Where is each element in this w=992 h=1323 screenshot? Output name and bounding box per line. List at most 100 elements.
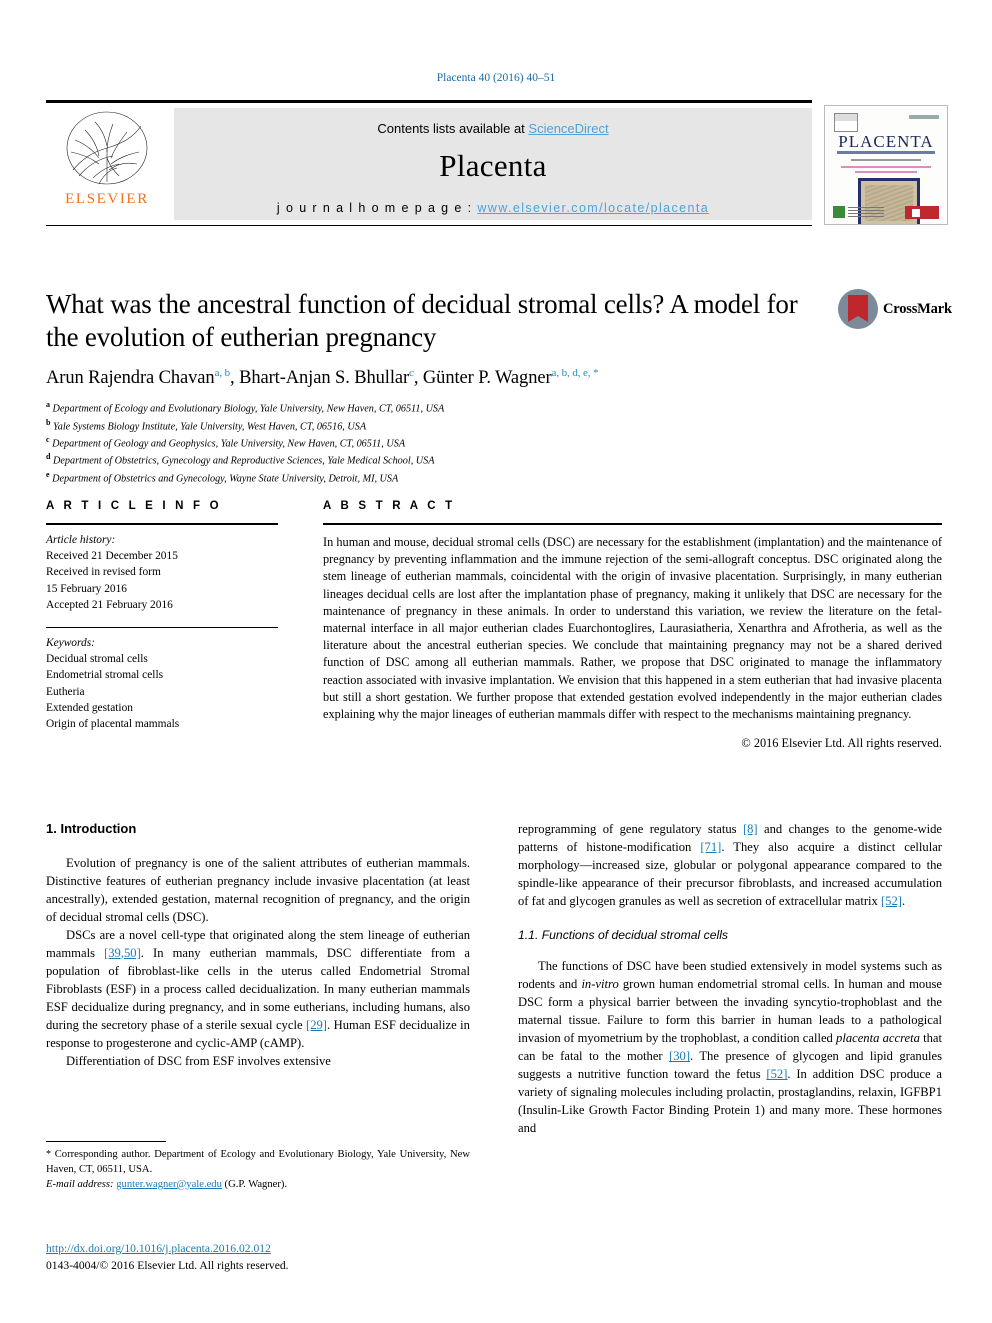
citation-link[interactable]: [52] (766, 1067, 787, 1081)
cover-subtitle-bar-2 (851, 159, 921, 161)
affiliation-mark: a (46, 400, 50, 410)
keywords-rule (46, 626, 278, 628)
affiliation-mark: b (46, 417, 51, 427)
body-column-left: 1. Introduction Evolution of pregnancy i… (46, 820, 470, 1070)
affiliation-text: Department of Ecology and Evolutionary B… (52, 403, 445, 415)
corresponding-author-footnote: * Corresponding author. Department of Ec… (46, 1141, 470, 1192)
footnote-rule (46, 1141, 166, 1142)
contents-line: Contents lists available at ScienceDirec… (174, 108, 812, 136)
abstract-heading: A B S T R A C T (323, 500, 456, 512)
cover-footer-badge-square (912, 209, 920, 217)
article-history-item: Received in revised form (46, 566, 161, 579)
abstract-text: In human and mouse, decidual stromal cel… (323, 535, 942, 722)
cover-issue-line (909, 115, 939, 119)
paragraph: Evolution of pregnancy is one of the sal… (46, 854, 470, 926)
cover-subtitle-bar-1 (837, 151, 935, 154)
article-history-item: 15 February 2016 (46, 582, 127, 595)
journal-title: Placenta (439, 148, 547, 183)
citation-link[interactable]: [71] (700, 840, 721, 854)
affiliation-item: d Department of Obstetrics, Gynecology a… (46, 451, 836, 468)
affiliation-item: a Department of Ecology and Evolutionary… (46, 399, 836, 416)
journal-cover-thumbnail: PLACENTA (824, 105, 948, 225)
affiliation-item: b Yale Systems Biology Institute, Yale U… (46, 417, 836, 434)
author-affiliation-marks: a, b (214, 366, 231, 379)
article-history-item: Accepted 21 February 2016 (46, 598, 173, 611)
paragraph-text: Evolution of pregnancy is one of the sal… (46, 855, 470, 924)
elsevier-logo: ELSEVIER (48, 108, 166, 220)
journal-homepage-line: j o u r n a l h o m e p a g e : www.else… (174, 201, 812, 215)
cover-footer-text-lines (848, 207, 884, 217)
paragraph-emphasis: in-vitro (581, 977, 619, 992)
journal-header-box: Contents lists available at ScienceDirec… (174, 108, 812, 220)
affiliation-text: Department of Geology and Geophysics, Ya… (52, 438, 406, 450)
abstract-column: A B S T R A C T In human and mouse, deci… (323, 500, 942, 751)
article-history-block: Article history: Received 21 December 20… (46, 532, 278, 613)
affiliation-item: c Department of Geology and Geophysics, … (46, 434, 836, 451)
section-heading-introduction: 1. Introduction (46, 821, 137, 836)
cover-subtitle-bar-3 (841, 166, 931, 168)
paragraph-text: reprogramming of gene regulatory status (518, 822, 743, 836)
email-label: E-mail address: (46, 1178, 114, 1190)
paragraph: DSCs are a novel cell-type that originat… (46, 926, 470, 1052)
abstract-copyright: © 2016 Elsevier Ltd. All rights reserved… (741, 736, 942, 751)
paragraph-emphasis: placenta accreta (836, 1031, 920, 1046)
elsevier-tree-icon (66, 111, 148, 185)
cover-subtitle-bar-4 (855, 171, 917, 173)
homepage-label: j o u r n a l h o m e p a g e : (276, 201, 478, 215)
paragraph: Differentiation of DSC from ESF involves… (46, 1052, 470, 1070)
doi-link[interactable]: http://dx.doi.org/10.1016/j.placenta.201… (46, 1242, 271, 1255)
paragraph: reprogramming of gene regulatory status … (518, 820, 942, 910)
cover-footer-logo (833, 206, 845, 218)
paragraph-text: . (901, 894, 906, 908)
author-separator: , (413, 368, 423, 389)
masthead-top-rule (46, 100, 812, 103)
cover-corner-box (834, 113, 858, 132)
author-name: Günter P. Wagner (422, 368, 552, 389)
citation-link[interactable]: [52] (881, 894, 902, 908)
elsevier-wordmark: ELSEVIER (65, 191, 149, 207)
sciencedirect-link[interactable]: ScienceDirect (528, 121, 608, 136)
subsection-heading-functions: 1.1. Functions of decidual stromal cells (518, 928, 728, 942)
keyword-item: Eutheria (46, 685, 85, 698)
keyword-item: Origin of placental mammals (46, 717, 180, 730)
article-info-column: A R T I C L E I N F O Article history: R… (46, 500, 278, 732)
email-owner: (G.P. Wagner). (221, 1178, 288, 1190)
article-info-heading: A R T I C L E I N F O (46, 500, 222, 512)
affiliation-text: Department of Obstetrics and Gynecology,… (52, 473, 399, 485)
citation-link[interactable]: [29] (306, 1018, 327, 1032)
article-history-item: Received 21 December 2015 (46, 550, 178, 563)
article-history-label: Article history: (46, 534, 116, 546)
affiliation-item: e Department of Obstetrics and Gynecolog… (46, 469, 836, 486)
doi-block: http://dx.doi.org/10.1016/j.placenta.201… (46, 1240, 470, 1275)
title-block: What was the ancestral function of decid… (46, 288, 836, 486)
citation-link[interactable]: [30] (669, 1049, 690, 1063)
keyword-item: Decidual stromal cells (46, 653, 148, 666)
author-list: Arun Rajendra Chavana, b, Bhart-Anjan S.… (46, 367, 836, 389)
author-affiliation-marks: a, b, d, e, * (551, 366, 599, 379)
running-head: Placenta 40 (2016) 40–51 (436, 72, 556, 84)
body-column-right: reprogramming of gene regulatory status … (518, 820, 942, 1137)
affiliation-mark: d (46, 452, 51, 462)
cover-title: PLACENTA (838, 132, 934, 151)
article-title: What was the ancestral function of decid… (46, 289, 798, 352)
keywords-block: Keywords: Decidual stromal cells Endomet… (46, 635, 278, 732)
abstract-rule (323, 523, 942, 525)
keyword-item: Endometrial stromal cells (46, 669, 164, 682)
footnote-corresponding-text: Corresponding author. Department of Ecol… (46, 1149, 470, 1175)
article-info-rule (46, 523, 278, 525)
contents-prefix: Contents lists available at (377, 121, 529, 136)
citation-link[interactable]: [8] (743, 822, 758, 836)
email-link[interactable]: gunter.wagner@yale.edu (116, 1179, 222, 1190)
affiliation-list: a Department of Ecology and Evolutionary… (46, 399, 836, 486)
journal-homepage-link[interactable]: www.elsevier.com/locate/placenta (477, 201, 709, 215)
crossmark-label: CrossMark (883, 301, 952, 317)
paragraph-text: Differentiation of DSC from ESF involves… (66, 1053, 331, 1068)
author-separator: , (230, 368, 240, 389)
author-name: Bhart-Anjan S. Bhullar (239, 368, 410, 389)
paragraph: The functions of DSC have been studied e… (518, 957, 942, 1137)
crossmark-badge[interactable]: CrossMark (838, 289, 952, 331)
footnote-text: * Corresponding author. Department of Ec… (46, 1148, 470, 1192)
page-canvas: Placenta 40 (2016) 40–51 ELSEVIER Conten… (0, 0, 992, 1323)
citation-link[interactable]: [39,50] (104, 946, 141, 960)
journal-masthead: ELSEVIER Contents lists available at Sci… (46, 100, 948, 228)
